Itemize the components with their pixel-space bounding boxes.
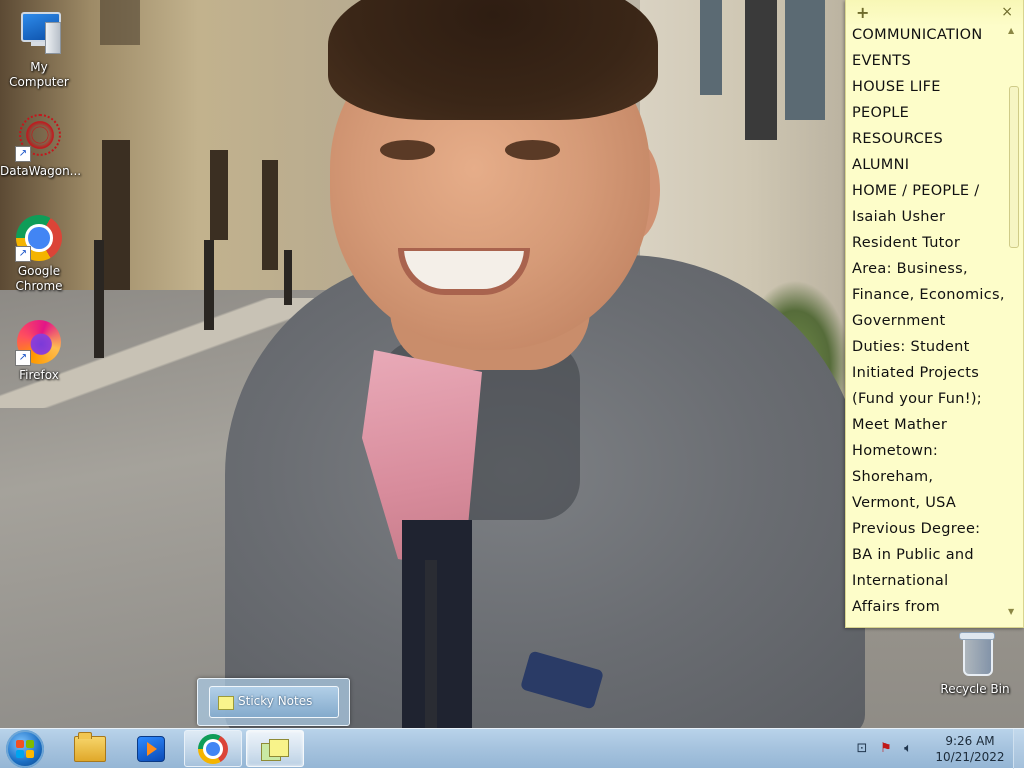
media-player-icon	[137, 736, 165, 762]
wallpaper-hair	[328, 0, 658, 120]
sticky-note-line: Resident Tutor	[852, 235, 961, 251]
chrome-icon: ↗	[15, 214, 63, 262]
wallpaper-post	[284, 250, 292, 305]
desktop-icon-label: My Computer	[9, 60, 69, 89]
wallpaper-window	[210, 150, 228, 240]
sticky-note-line: Government	[852, 313, 946, 329]
wallpaper-eye	[505, 140, 560, 160]
sticky-note-text[interactable]: COMMUNICATION EVENTS HOUSE LIFE PEOPLE RESOU…	[852, 22, 1004, 622]
desktop-icon-google-chrome[interactable]: ↗ Google Chrome	[0, 214, 78, 294]
wallpaper-eye	[380, 140, 435, 160]
taskbar-button-google-chrome[interactable]	[184, 730, 242, 767]
recycle-bin-icon	[951, 632, 999, 680]
taskbar-button-media-player[interactable]	[121, 730, 179, 767]
sticky-note-line: Area: Business,	[852, 261, 968, 277]
sticky-note-line: Affairs from	[852, 599, 940, 615]
sticky-note-line: Previous Degree:	[852, 521, 981, 537]
thumbnail-item-sticky-notes[interactable]: Sticky Notes	[209, 686, 339, 718]
wallpaper-window	[262, 160, 278, 270]
volume-icon[interactable]: 🔈︎	[900, 741, 916, 757]
datawagon-icon: ↗	[15, 114, 63, 162]
wallpaper-window	[100, 0, 140, 45]
scroll-up-icon[interactable]: ▲	[1008, 26, 1014, 35]
sticky-note-line: Hometown:	[852, 443, 939, 459]
desktop: My Computer ↗ DataWagon... ↗ Google Chro…	[0, 0, 1024, 728]
computer-icon	[15, 10, 63, 58]
taskbar-thumbnail-popup[interactable]: Sticky Notes	[197, 678, 350, 726]
action-center-icon[interactable]: ⚑	[878, 741, 894, 757]
shortcut-arrow-icon: ↗	[15, 246, 31, 262]
wallpaper-shutter	[785, 0, 825, 120]
sticky-note-line: Vermont, USA	[852, 495, 957, 511]
taskbar-button-sticky-notes[interactable]	[246, 730, 304, 767]
shortcut-arrow-icon: ↗	[15, 146, 31, 162]
start-button[interactable]	[6, 730, 44, 768]
add-note-button[interactable]: +	[856, 3, 869, 22]
taskbar: ⊡ ⚑ 🔈︎ 9:26 AM 10/21/2022	[0, 728, 1024, 769]
sticky-note-line: PEOPLE	[852, 105, 910, 121]
wallpaper-post	[94, 240, 104, 358]
show-desktop-button[interactable]	[1013, 729, 1024, 769]
sticky-note-line: Duties: Student	[852, 339, 970, 355]
wallpaper-shutter	[700, 0, 722, 95]
taskbar-button-windows-explorer[interactable]	[60, 730, 118, 767]
desktop-icon-firefox[interactable]: ↗ Firefox	[0, 318, 78, 383]
clock-date: 10/21/2022	[935, 750, 1005, 764]
sticky-note-line: Finance, Economics,	[852, 287, 1004, 303]
sticky-note-line: (Fund your Fun!);	[852, 391, 982, 407]
scroll-down-icon[interactable]: ▼	[1008, 607, 1014, 616]
desktop-icon-datawagon[interactable]: ↗ DataWagon...	[0, 114, 82, 179]
desktop-icon-recycle-bin[interactable]: Recycle Bin	[936, 632, 1014, 697]
chrome-icon	[198, 734, 228, 764]
sticky-note-scrollbar[interactable]: ▲ ▼	[1007, 26, 1019, 616]
desktop-icon-label: Chrome	[15, 279, 63, 293]
shortcut-arrow-icon: ↗	[15, 350, 31, 366]
sticky-note-line: RESOURCES	[852, 131, 944, 147]
sticky-note-line: EVENTS	[852, 53, 911, 69]
sticky-note-line: HOME / PEOPLE /	[852, 183, 980, 199]
folder-icon	[74, 732, 106, 762]
close-note-button[interactable]: ×	[1001, 4, 1013, 20]
wallpaper-undershirt	[402, 520, 472, 728]
system-tray: ⊡ ⚑ 🔈︎ 9:26 AM 10/21/2022	[854, 729, 1024, 769]
desktop-icon-label: Firefox	[19, 368, 59, 382]
desktop-icon-label: DataWagon...	[0, 164, 82, 178]
wallpaper-post	[204, 240, 214, 330]
desktop-icon-label: Recycle Bin	[940, 682, 1010, 696]
sticky-notes-icon	[261, 739, 289, 761]
thumbnail-title: Sticky Notes	[238, 694, 313, 708]
sticky-note-line: Shoreham,	[852, 469, 934, 485]
sticky-note-line: Meet Mather	[852, 417, 948, 433]
sticky-notes-icon	[218, 696, 234, 710]
sticky-note-line: ALUMNI	[852, 157, 910, 173]
clock-time: 9:26 AM	[945, 734, 995, 748]
sticky-note-line: BA in Public and	[852, 547, 974, 563]
sticky-note-line: HOUSE LIFE	[852, 79, 941, 95]
wallpaper-zipper	[425, 560, 437, 728]
sticky-note-line: Isaiah Usher	[852, 209, 946, 225]
desktop-icon-label: Google	[17, 264, 61, 278]
sticky-note-line: International	[852, 573, 949, 589]
network-icon[interactable]: ⊡	[854, 741, 870, 757]
clock[interactable]: 9:26 AM 10/21/2022	[930, 733, 1010, 765]
desktop-icon-my-computer[interactable]: My Computer	[0, 10, 78, 90]
firefox-icon: ↗	[15, 318, 63, 366]
scrollbar-thumb[interactable]	[1009, 86, 1019, 248]
windows-logo-icon	[16, 740, 34, 758]
wallpaper-shutter	[745, 0, 777, 140]
sticky-note-window[interactable]: + × COMMUNICATION EVENTS HOUSE LIFE PEOPLE R…	[845, 0, 1024, 628]
sticky-note-line: Initiated Projects	[852, 365, 980, 381]
sticky-note-line: COMMUNICATION	[852, 27, 983, 43]
